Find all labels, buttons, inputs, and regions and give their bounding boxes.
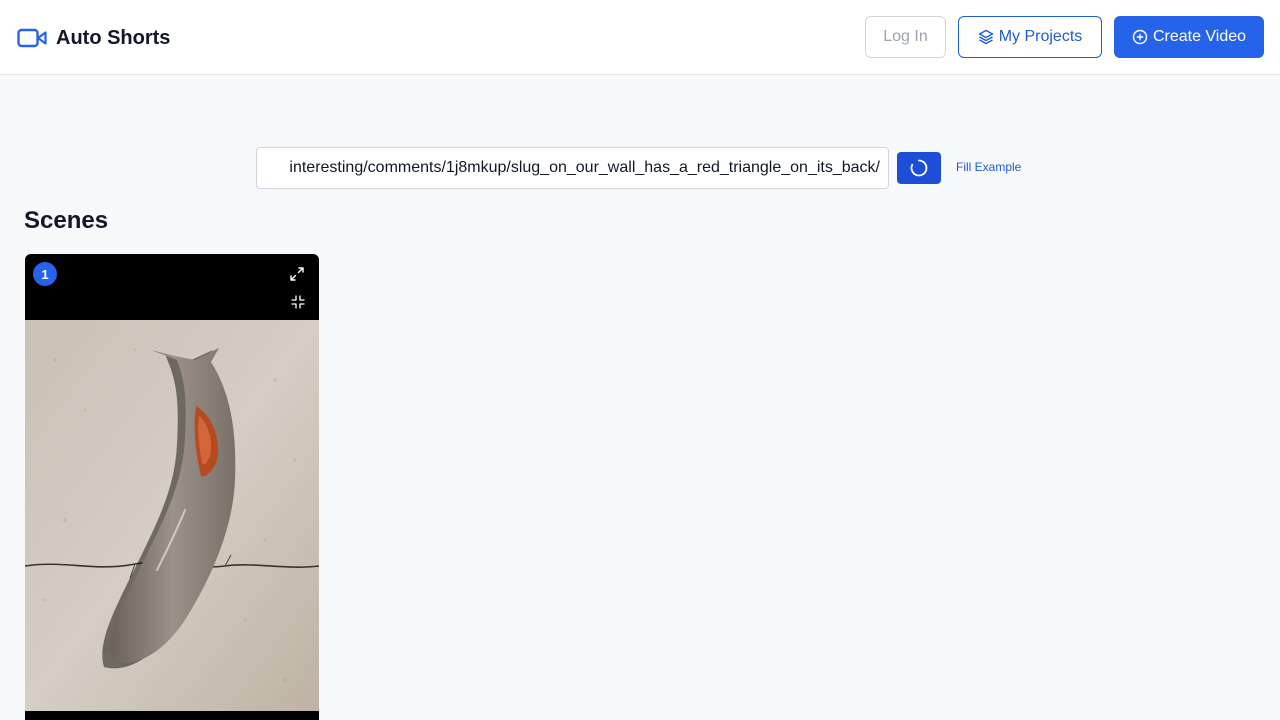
collapse-icon[interactable] xyxy=(291,295,305,309)
loading-spinner-icon xyxy=(910,159,928,177)
my-projects-label: My Projects xyxy=(998,28,1083,45)
expand-icon[interactable] xyxy=(289,266,305,282)
plus-circle-icon xyxy=(1132,29,1148,45)
url-input-value: interesting/comments/1j8mkup/slug_on_our… xyxy=(289,159,880,176)
scene-card[interactable]: 1 xyxy=(25,254,319,720)
layers-icon xyxy=(978,29,993,45)
submit-button[interactable] xyxy=(897,152,941,184)
video-camera-icon xyxy=(17,28,47,48)
slug-on-wall-image xyxy=(25,320,319,711)
scene-number-badge: 1 xyxy=(33,262,57,286)
app-header: Auto Shorts Log In My Projects Create Vi… xyxy=(0,0,1280,75)
scenes-heading: Scenes xyxy=(24,207,109,234)
create-video-label: Create Video xyxy=(1152,28,1247,45)
login-button[interactable]: Log In xyxy=(865,16,946,58)
fill-example-link[interactable]: Fill Example xyxy=(956,160,1021,174)
brand-name: Auto Shorts xyxy=(56,26,171,49)
my-projects-button[interactable]: My Projects xyxy=(958,16,1102,58)
url-input[interactable]: interesting/comments/1j8mkup/slug_on_our… xyxy=(256,147,889,189)
brand[interactable]: Auto Shorts xyxy=(17,25,170,51)
create-video-button[interactable]: Create Video xyxy=(1114,16,1264,58)
login-label: Log In xyxy=(883,28,928,45)
